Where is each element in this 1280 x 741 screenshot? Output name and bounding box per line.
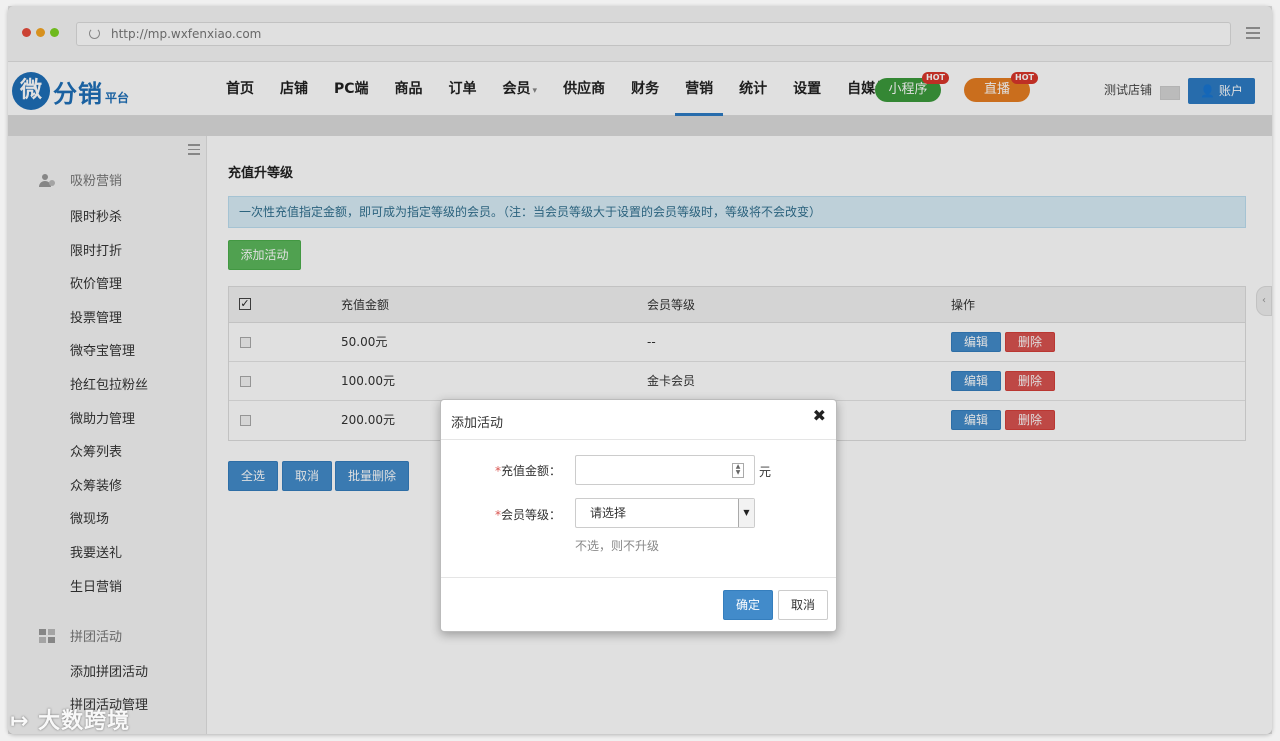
- number-spinner-icon[interactable]: ▲ ▼: [732, 463, 744, 478]
- close-icon[interactable]: ✖: [813, 406, 826, 425]
- dialog-divider: [441, 577, 836, 578]
- level-hint: 不选，则不升级: [575, 539, 660, 553]
- level-label-text: 会员等级：: [500, 508, 561, 522]
- dropdown-arrow-icon[interactable]: ▼: [738, 499, 754, 527]
- dialog-title: 添加活动: [451, 416, 504, 431]
- member-level-select[interactable]: 请选择 ▼: [575, 498, 755, 528]
- add-activity-dialog: 添加活动 ✖ *充值金额： ▲ ▼ 元 *会员等级： 请选择 ▼ 不选，则不升级 …: [440, 399, 837, 632]
- amount-input[interactable]: ▲ ▼: [575, 455, 755, 485]
- amount-label: *充值金额：: [481, 462, 561, 479]
- dialog-divider: [441, 439, 836, 440]
- confirm-button[interactable]: 确定: [723, 590, 773, 620]
- watermark-text: 大数跨境: [38, 709, 131, 734]
- level-select-value: 请选择: [590, 506, 627, 520]
- watermark: ↦ 大数跨境: [10, 703, 130, 735]
- cancel-button[interactable]: 取消: [778, 590, 828, 620]
- amount-label-text: 充值金额：: [500, 464, 561, 478]
- watermark-logo-icon: ↦: [10, 709, 30, 734]
- level-label: *会员等级：: [481, 506, 561, 523]
- unit-label: 元: [759, 465, 772, 479]
